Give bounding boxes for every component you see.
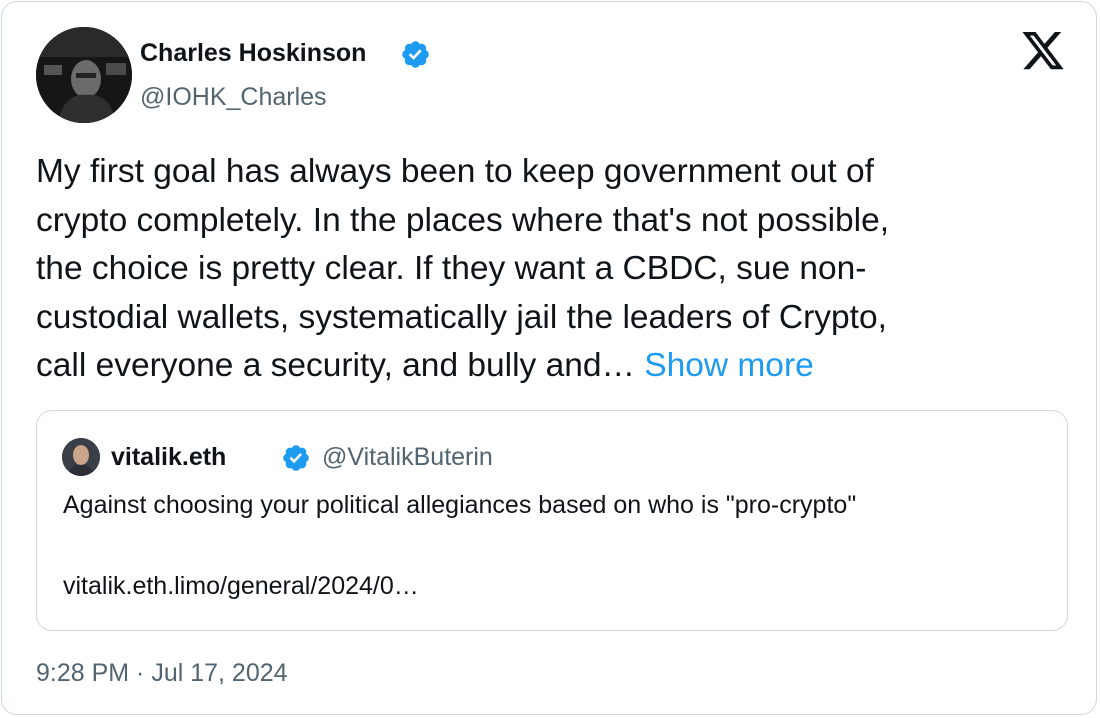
show-more-link[interactable]: Show more <box>644 347 813 384</box>
x-logo-icon[interactable] <box>1020 32 1066 74</box>
tweet-line-last: call everyone a security, and bully and…… <box>36 342 1076 391</box>
tweet-line: custodial wallets, systematically jail t… <box>36 298 887 336</box>
tweet-timestamp[interactable]: 9:28 PM · Jul 17, 2024 <box>36 656 288 690</box>
quoted-tweet[interactable]: vitalik.eth @VitalikButerin Against choo… <box>36 410 1068 631</box>
quoted-author-avatar[interactable] <box>62 438 100 476</box>
author-handle[interactable]: @IOHK_Charles <box>140 81 327 113</box>
quoted-tweet-link[interactable]: vitalik.eth.limo/general/2024/0… <box>63 570 419 602</box>
quoted-author-handle: @VitalikButerin <box>322 443 493 471</box>
quoted-tweet-text: Against choosing your political allegian… <box>63 491 857 519</box>
tweet-text: My first goal has always been to keep go… <box>36 148 1076 391</box>
tweet-card: Charles Hoskinson @IOHK_Charles My first… <box>1 1 1097 715</box>
tweet-line: crypto completely. In the places where t… <box>36 201 890 239</box>
tweet-line: My first goal has always been to keep go… <box>36 153 874 190</box>
author-avatar[interactable] <box>36 27 132 123</box>
quoted-author-name: vitalik.eth <box>111 443 227 471</box>
author-name[interactable]: Charles Hoskinson <box>140 36 366 70</box>
verified-badge-icon <box>402 41 429 68</box>
tweet-line-text: call everyone a security, and bully and… <box>36 347 635 384</box>
tweet-line: the choice is pretty clear. If they want… <box>36 250 867 287</box>
verified-badge-icon <box>283 445 309 471</box>
